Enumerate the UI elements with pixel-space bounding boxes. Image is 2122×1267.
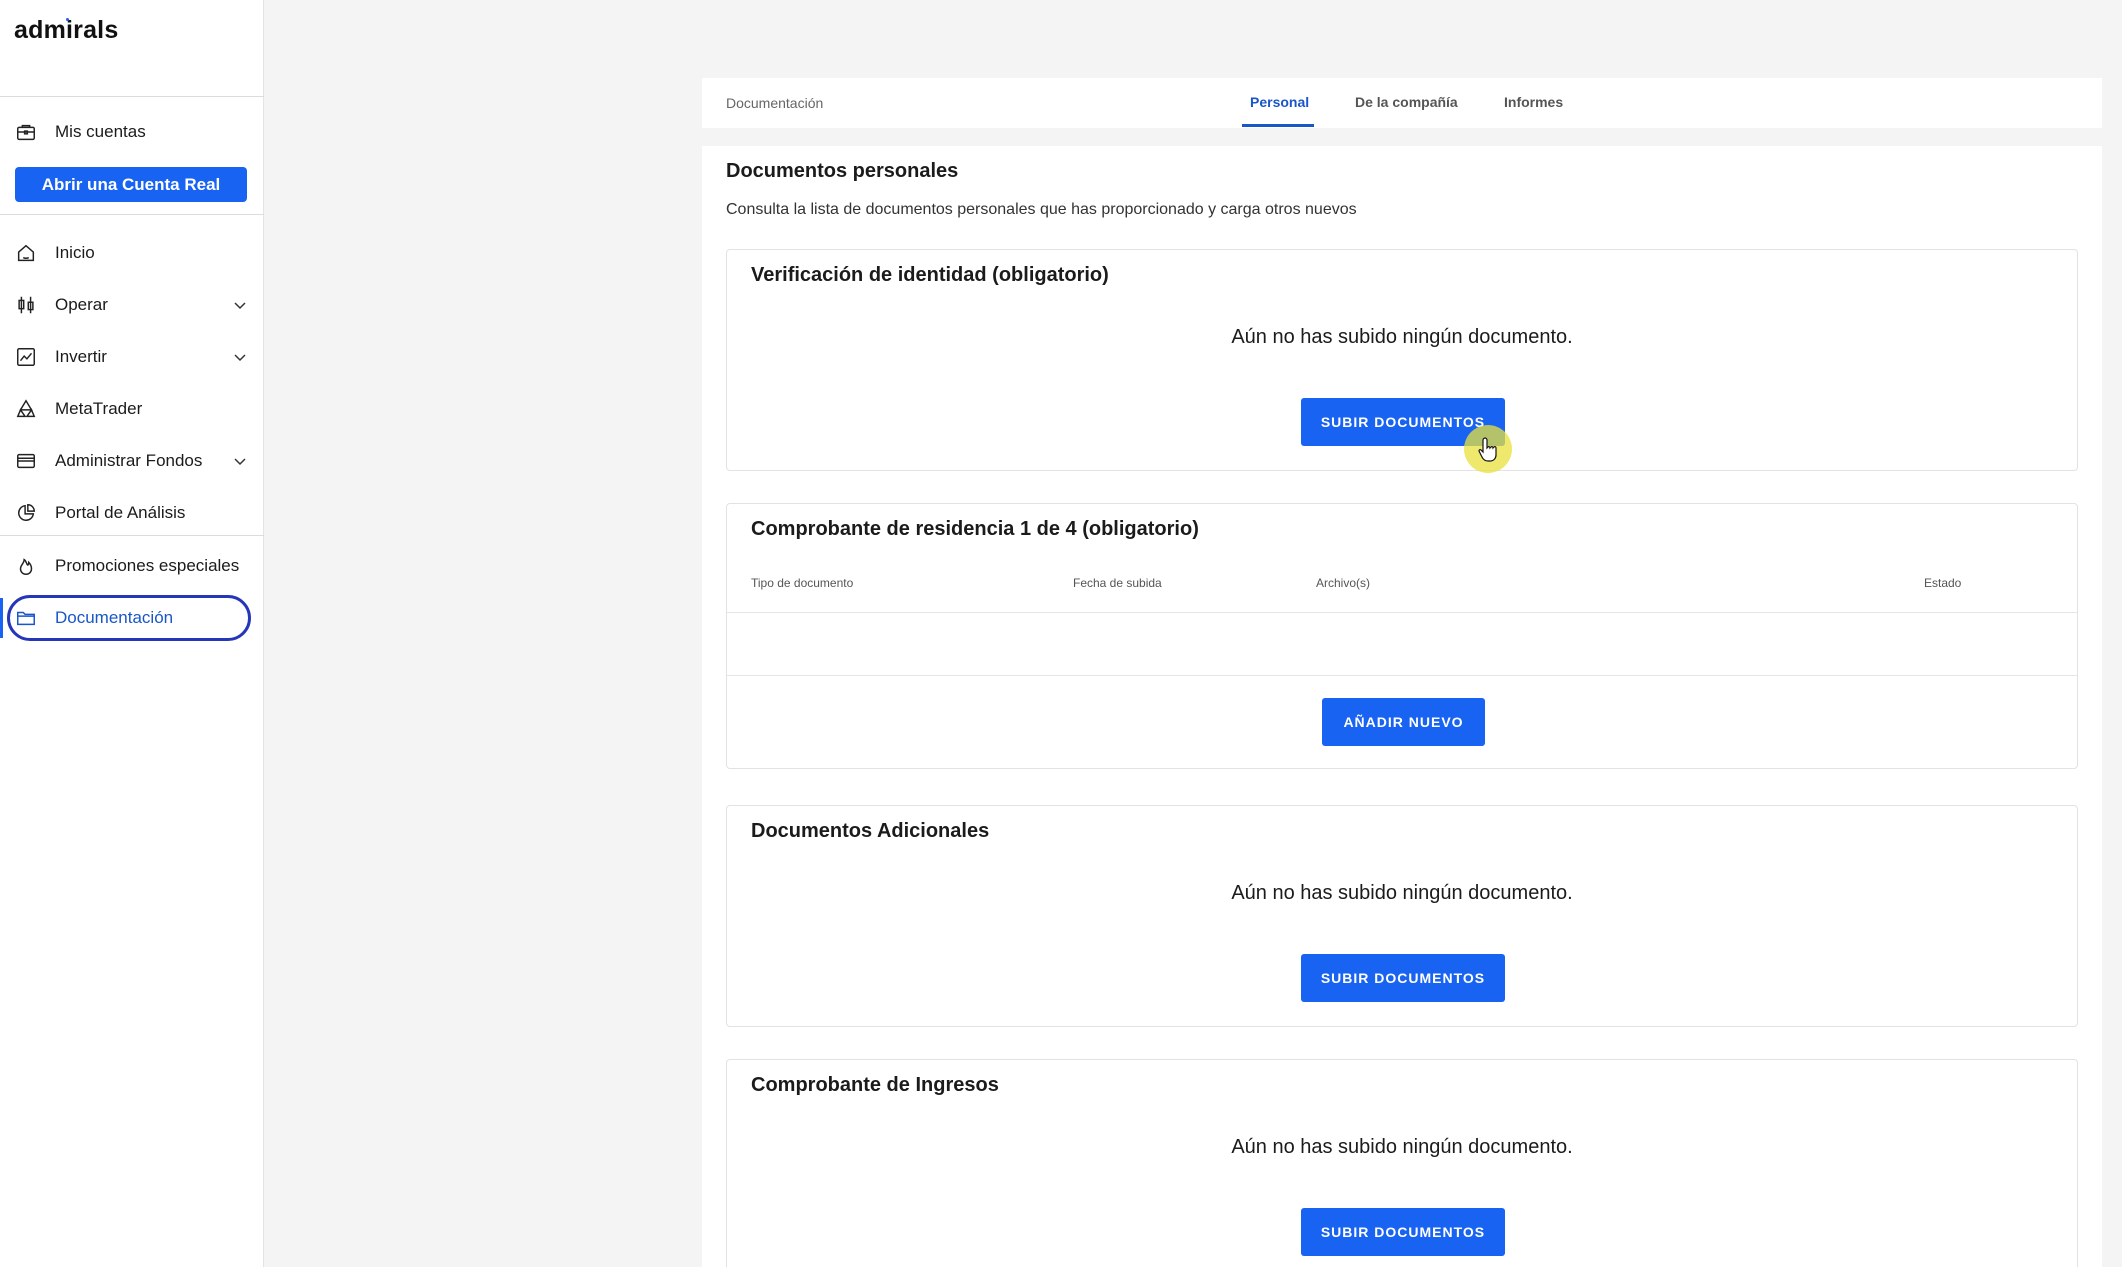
page-subtitle: Consulta la lista de documentos personal… — [726, 201, 1357, 218]
sidebar-item-label: Operar — [55, 295, 108, 314]
candlestick-icon — [15, 294, 37, 316]
section-title: Documentos Adicionales — [751, 820, 990, 842]
column-header[interactable]: Archivo(s) — [1316, 576, 1370, 590]
upload-documents-button[interactable]: SUBIR DOCUMENTOS — [1301, 398, 1505, 446]
sidebar: admirals Mis cuentas Abrir una Cuenta Re… — [0, 0, 264, 1267]
folder-icon — [15, 607, 37, 629]
sidebar-divider — [0, 535, 264, 536]
chart-line-icon — [15, 346, 37, 368]
briefcase-icon — [15, 121, 37, 143]
tab-bar: Documentación Personal De la compañía In… — [702, 78, 2102, 128]
sidebar-item-inicio[interactable]: Inicio — [0, 231, 264, 275]
column-header[interactable]: Estado — [1924, 576, 1961, 590]
sidebar-item-mis-cuentas[interactable]: Mis cuentas — [0, 110, 264, 154]
sidebar-item-invertir[interactable]: Invertir — [0, 335, 264, 379]
wallet-icon — [15, 450, 37, 472]
sidebar-item-promociones[interactable]: Promociones especiales — [0, 544, 264, 588]
section-identity-verification: Verificación de identidad (obligatorio) … — [726, 249, 2078, 471]
main-content: Documentos personales Consulta la lista … — [702, 146, 2102, 1267]
section-title: Verificación de identidad (obligatorio) — [751, 264, 1109, 286]
table-divider — [727, 675, 2077, 676]
column-header[interactable]: Tipo de documento — [751, 576, 853, 590]
column-header[interactable]: Fecha de subida — [1073, 576, 1162, 590]
home-icon — [15, 242, 37, 264]
pie-chart-icon — [15, 502, 37, 524]
sidebar-divider — [0, 214, 264, 215]
section-title: Comprobante de Ingresos — [751, 1074, 999, 1096]
tab-de-la-compania[interactable]: De la compañía — [1355, 94, 1458, 110]
sidebar-item-documentacion[interactable]: Documentación — [0, 596, 264, 640]
breadcrumb[interactable]: Documentación — [726, 95, 823, 111]
brand-logo[interactable]: admirals — [14, 16, 118, 45]
logo-dot — [66, 18, 69, 21]
sidebar-item-operar[interactable]: Operar — [0, 283, 264, 327]
sidebar-item-portal-analisis[interactable]: Portal de Análisis — [0, 491, 264, 535]
empty-message: Aún no has subido ningún documento. — [1231, 882, 1573, 904]
section-proof-of-residence: Comprobante de residencia 1 de 4 (obliga… — [726, 503, 2078, 769]
table-divider — [727, 612, 2077, 613]
sidebar-item-label: Documentación — [55, 608, 174, 627]
chevron-down-icon[interactable] — [232, 297, 248, 313]
sidebar-divider — [0, 96, 264, 97]
open-real-account-button[interactable]: Abrir una Cuenta Real — [15, 167, 247, 202]
upload-documents-button[interactable]: SUBIR DOCUMENTOS — [1301, 954, 1505, 1002]
sidebar-item-label: Administrar Fondos — [55, 451, 203, 470]
metatrader-icon — [15, 398, 37, 420]
empty-message: Aún no has subido ningún documento. — [1231, 1136, 1573, 1158]
sidebar-item-label: Inicio — [55, 243, 95, 262]
app-root: admirals Mis cuentas Abrir una Cuenta Re… — [0, 0, 2122, 1267]
add-new-button[interactable]: AÑADIR NUEVO — [1322, 698, 1485, 746]
section-title: Comprobante de residencia 1 de 4 (obliga… — [751, 518, 1199, 540]
tab-personal[interactable]: Personal — [1250, 94, 1309, 110]
page-title: Documentos personales — [726, 160, 959, 182]
empty-message: Aún no has subido ningún documento. — [1231, 326, 1573, 348]
flame-icon — [15, 555, 37, 577]
sidebar-item-label: Mis cuentas — [55, 122, 146, 141]
section-additional-documents: Documentos Adicionales Aún no has subido… — [726, 805, 2078, 1027]
section-proof-of-income: Comprobante de Ingresos Aún no has subid… — [726, 1059, 2078, 1267]
sidebar-item-label: MetaTrader — [55, 399, 143, 418]
chevron-down-icon[interactable] — [232, 453, 248, 469]
sidebar-item-label: Portal de Análisis — [55, 503, 186, 522]
upload-documents-button[interactable]: SUBIR DOCUMENTOS — [1301, 1208, 1505, 1256]
tab-informes[interactable]: Informes — [1504, 94, 1563, 110]
active-tab-underline — [1242, 124, 1314, 127]
sidebar-item-label: Promociones especiales — [55, 556, 240, 575]
chevron-down-icon[interactable] — [232, 349, 248, 365]
sidebar-item-administrar-fondos[interactable]: Administrar Fondos — [0, 439, 264, 483]
sidebar-item-metatrader[interactable]: MetaTrader — [0, 387, 264, 431]
sidebar-item-label: Invertir — [55, 347, 107, 366]
